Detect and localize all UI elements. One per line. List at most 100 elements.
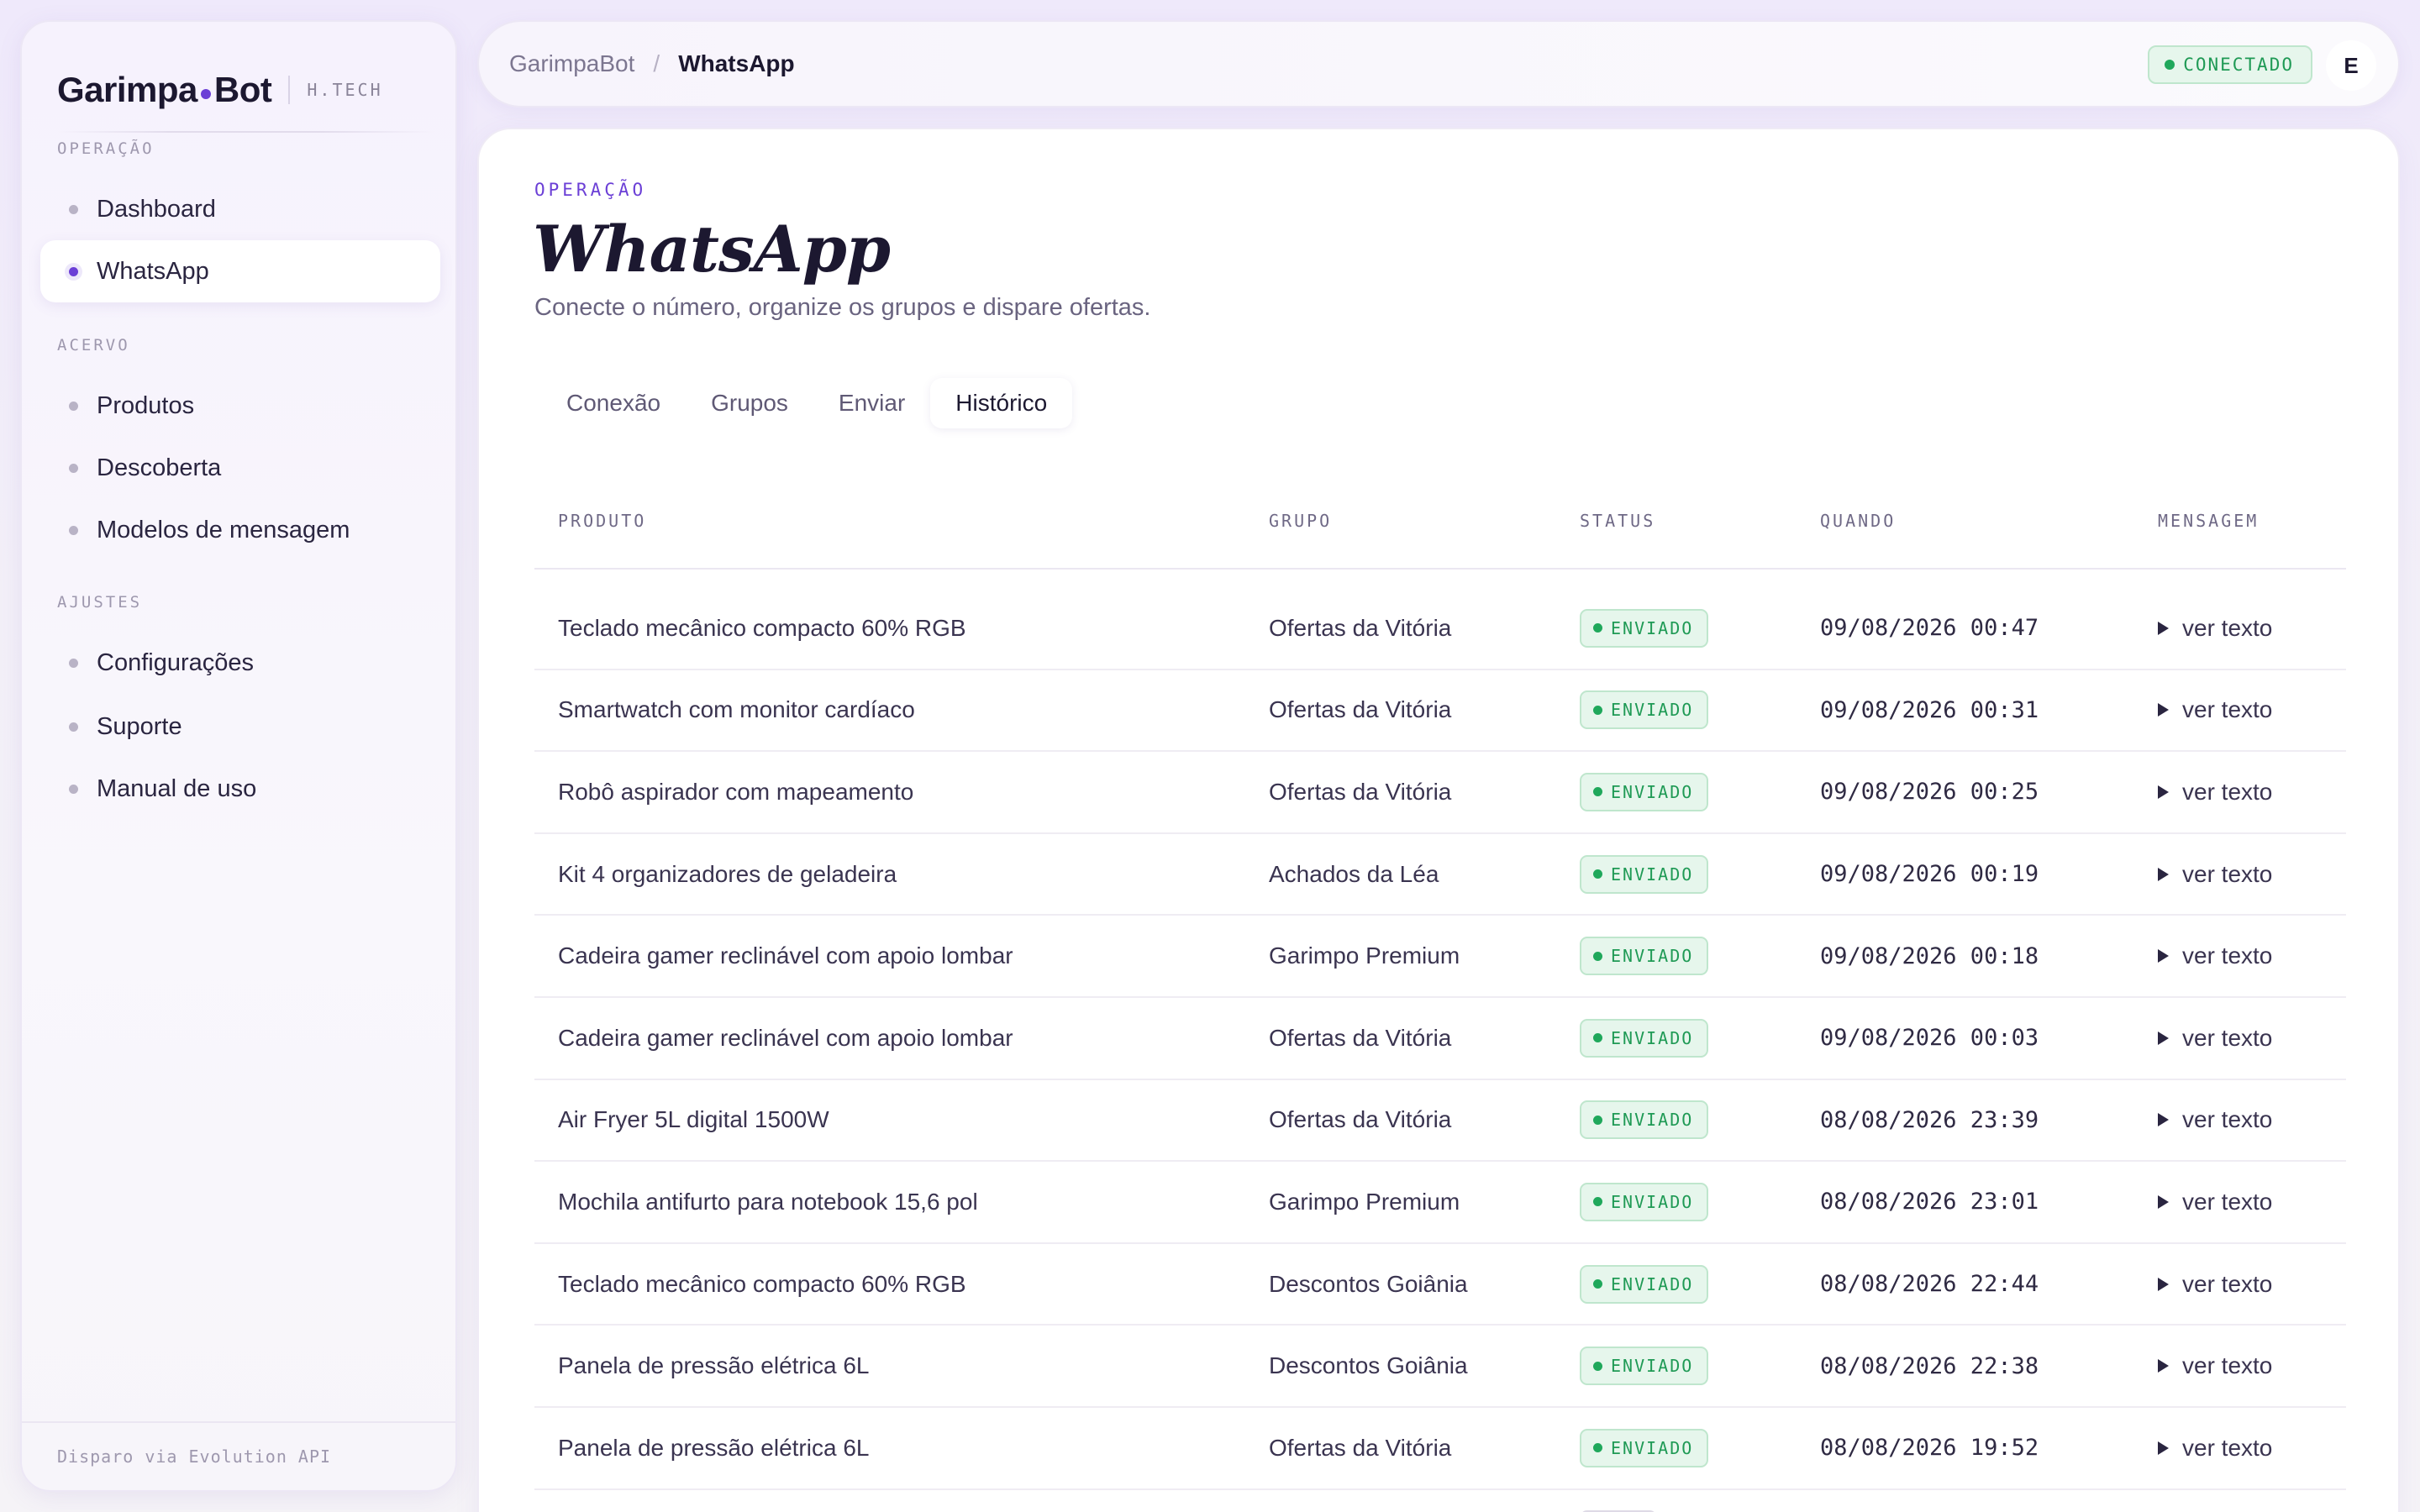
cell-mensagem: ver texto [2158, 588, 2272, 669]
cell-quando: 09/08/2026 00:31 [1820, 696, 2039, 723]
ver-texto-toggle[interactable]: ver texto [2158, 942, 2272, 969]
main-card: OPERAÇÃO WhatsApp Conecte o número, orga… [477, 128, 2400, 1512]
avatar[interactable]: E [2326, 40, 2376, 91]
table-row: Panela de pressão elétrica 6L Ofertas da … [534, 1408, 2346, 1490]
ver-texto-label: ver texto [2182, 778, 2273, 805]
ver-texto-toggle[interactable]: ver texto [2158, 1271, 2272, 1298]
cell-grupo: Ofertas da Vitória [1269, 614, 1452, 641]
cell-mensagem: ver texto [2158, 1162, 2272, 1242]
status-badge-label: ENVIADO [1611, 1110, 1694, 1131]
status-badge: ENVIADO [1580, 1018, 1709, 1058]
cell-quando: 08/08/2026 22:44 [1820, 1271, 2039, 1298]
breadcrumb-root[interactable]: GarimpaBot [509, 50, 634, 77]
sidebar-item-whatsapp[interactable]: WhatsApp [40, 240, 440, 302]
status-badge-label: ENVIADO [1611, 1437, 1694, 1458]
sidebar-item-manual-de-uso[interactable]: Manual de uso [40, 758, 440, 820]
sidebar-item-label: Manual de uso [97, 774, 257, 802]
cell-produto: Cadeira gamer reclinável com apoio lomba… [558, 942, 1013, 969]
ver-texto-toggle[interactable]: ver texto [2158, 615, 2272, 642]
tab-conexao[interactable]: Conexão [541, 378, 686, 428]
cell-mensagem: ver texto [2158, 1326, 2272, 1406]
status-dot-icon [2165, 60, 2175, 70]
status-badge: ENVIADO [1580, 854, 1709, 894]
sidebar-footer: Disparo via Evolution API [22, 1421, 455, 1490]
cell-grupo: Descontos Goiânia [1269, 1270, 1468, 1297]
cell-status: ENVIADO [1580, 834, 1709, 915]
column-header-quando: QUANDO [1820, 511, 1897, 531]
breadcrumb-separator: / [653, 50, 660, 76]
status-badge: ENVIADO [1580, 1428, 1709, 1467]
cell-produto: Robô aspirador com mapeamento [558, 778, 914, 805]
ver-texto-label: ver texto [2182, 696, 2273, 723]
sidebar-item-suporte[interactable]: Suporte [40, 696, 440, 758]
status-dot-icon [1593, 787, 1602, 797]
page-subtitle: Conecte o número, organize os grupos e d… [534, 294, 1151, 321]
sidebar-item-label: Produtos [97, 391, 195, 419]
sidebar-item-label: Dashboard [97, 195, 216, 223]
tab-grupos[interactable]: Grupos [686, 378, 813, 428]
status-badge-label: ENVIADO [1611, 617, 1694, 638]
connection-status-label: CONECTADO [2183, 55, 2294, 75]
ver-texto-label: ver texto [2182, 1106, 2273, 1133]
sidebar: Garimpa Bot H.TECH OPERAÇÃO Dashboard Wh… [20, 20, 457, 1492]
connection-status-badge: CONECTADO [2148, 45, 2312, 84]
table-row: Mochila antifurto para notebook 15,6 pol… [534, 1162, 2346, 1244]
caret-right-icon [2158, 621, 2169, 635]
ver-texto-toggle[interactable]: ver texto [2158, 861, 2272, 888]
table-row: Cadeira gamer reclinável com apoio lomba… [534, 998, 2346, 1080]
sidebar-item-configuracoes[interactable]: Configurações [40, 632, 440, 694]
table-row: Air Fryer 5L digital 1500W Ofertas da Vit… [534, 1080, 2346, 1163]
cell-status: ENVIADO [1580, 670, 1709, 751]
history-table: Teclado mecânico compacto 60% RGB Ofertas… [534, 588, 2346, 1512]
cell-quando: 09/08/2026 00:47 [1820, 615, 2039, 642]
sidebar-item-modelos-de-mensagem[interactable]: Modelos de mensagem [40, 499, 440, 561]
cell-grupo: Descontos Goiânia [1269, 1352, 1468, 1379]
sidebar-item-descoberta[interactable]: Descoberta [40, 437, 440, 499]
sidebar-item-produtos[interactable]: Produtos [40, 375, 440, 437]
tab-historico[interactable]: Histórico [930, 378, 1073, 428]
dot-icon [69, 204, 78, 214]
cell-grupo: Achados da Léa [1269, 860, 1439, 887]
cell-status: ENVIADO [1580, 1408, 1709, 1488]
cell-grupo: Ofertas da Vitória [1269, 1434, 1452, 1461]
sidebar-item-label: Descoberta [97, 454, 222, 481]
caret-right-icon [2158, 1194, 2169, 1209]
status-dot-icon [1593, 1279, 1602, 1289]
nav-section-operacao: OPERAÇÃO [57, 139, 155, 158]
sidebar-item-dashboard[interactable]: Dashboard [40, 178, 440, 240]
ver-texto-toggle[interactable]: ver texto [2158, 696, 2272, 723]
ver-texto-toggle[interactable]: ver texto [2158, 1435, 2272, 1462]
ver-texto-label: ver texto [2182, 1188, 2273, 1215]
dot-icon [69, 401, 78, 411]
cell-quando: 09/08/2026 00:03 [1820, 1025, 2039, 1052]
ver-texto-toggle[interactable]: ver texto [2158, 1106, 2272, 1133]
cell-mensagem: ver texto [2158, 1408, 2272, 1488]
cell-mensagem: ver texto [2158, 1490, 2272, 1512]
cell-grupo: Garimpo Premium [1269, 1188, 1460, 1215]
ver-texto-toggle[interactable]: ver texto [2158, 1352, 2272, 1379]
table-header: PRODUTO GRUPO STATUS QUANDO MENSAGEM [534, 479, 2346, 570]
ver-texto-toggle[interactable]: ver texto [2158, 779, 2272, 806]
ver-texto-label: ver texto [2182, 1024, 2273, 1051]
cell-status: ENVIADO [1580, 1326, 1709, 1406]
caret-right-icon [2158, 785, 2169, 799]
cell-status: ERRO [1580, 1490, 1658, 1512]
tab-bar: Conexão Grupos Enviar Histórico [534, 371, 1080, 435]
status-badge: ENVIADO [1580, 1347, 1709, 1386]
table-row: Smartwatch com monitor cardíaco Ofertas d… [534, 670, 2346, 753]
ver-texto-toggle[interactable]: ver texto [2158, 1025, 2272, 1052]
cell-produto: Mochila antifurto para notebook 15,6 pol [558, 1188, 978, 1215]
tab-enviar[interactable]: Enviar [813, 378, 930, 428]
table-row: Robô aspirador com mapeamento Ofertas da … [534, 752, 2346, 834]
cell-quando: 09/08/2026 00:19 [1820, 861, 2039, 888]
brand-name-left: Garimpa [57, 70, 197, 109]
status-badge-label: ENVIADO [1611, 946, 1694, 967]
status-badge-label: ENVIADO [1611, 1273, 1694, 1294]
status-dot-icon [1593, 1115, 1602, 1125]
caret-right-icon [2158, 1359, 2169, 1373]
table-row: Teclado mecânico compacto 60% RGB Descont… [534, 1244, 2346, 1326]
cell-produto: Teclado mecânico compacto 60% RGB [558, 614, 966, 641]
ver-texto-toggle[interactable]: ver texto [2158, 1189, 2272, 1215]
cell-produto: Smartwatch com monitor cardíaco [558, 696, 915, 723]
brand-logo[interactable]: Garimpa Bot H.TECH [57, 69, 383, 111]
